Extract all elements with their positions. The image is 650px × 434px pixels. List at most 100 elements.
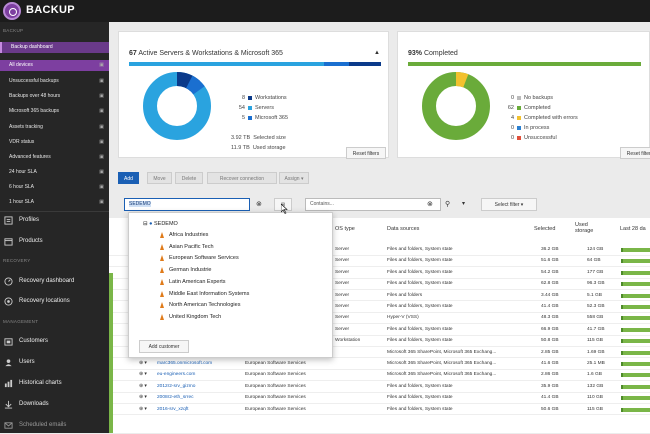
row-expand-icon[interactable]: ⊕ ▾ (139, 370, 147, 380)
table-row[interactable]: ⊕ ▾ 2008r2-eth_srrec European Software Ser… (109, 393, 650, 404)
used-storage: 52.3 GB (587, 304, 605, 309)
used-storage: 115 GB (587, 406, 603, 412)
col-os-type[interactable]: OS type (335, 226, 355, 232)
reset-filters-button-right[interactable]: Reset filters (620, 147, 650, 159)
sidebar-item-backup-dashboard[interactable]: Backup dashboard (0, 42, 109, 53)
add-button[interactable]: Add (118, 172, 139, 184)
row-expand-icon[interactable]: ⊕ ▾ (139, 359, 147, 369)
tree-customer-label: Middle East Information Systems (169, 290, 250, 297)
sidebar-item-users[interactable]: Users (0, 353, 109, 371)
tree-customer-item[interactable]: North American Technologies (160, 300, 240, 311)
selected-size: 48.3 GB (541, 315, 559, 321)
products-icon (4, 238, 13, 246)
delete-button[interactable]: Delete (175, 172, 203, 184)
sidebar-item-1-hour-sla[interactable]: 1 hour SLA ▣ (0, 197, 109, 208)
reset-filters-button[interactable]: Reset filters (346, 147, 386, 159)
sidebar-item-scheduled-emails[interactable]: Scheduled emails (0, 416, 109, 434)
table-row[interactable]: ⊕ ▾ 2016-srv_xzqft European Software Servi… (109, 405, 650, 416)
select-filter-button[interactable]: Select filter ▾ (481, 198, 537, 211)
tree-customer-item[interactable]: German Industrie (160, 265, 212, 276)
lock-icon: ▣ (99, 139, 104, 145)
legend-servers[interactable]: 54 Servers (231, 104, 274, 113)
selected-size: 41.4 GB (541, 304, 559, 309)
customer-search-input[interactable]: SEDEMO (124, 198, 250, 211)
col-selected[interactable]: Selected (534, 226, 555, 232)
sidebar-item-downloads[interactable]: Downloads (0, 395, 109, 413)
history-bar (623, 316, 650, 321)
os-type: Server (335, 247, 350, 252)
selected-size: 62.8 GB (541, 281, 559, 287)
used-storage: 110 GB (587, 395, 603, 401)
completed-title: 93% Completed (408, 50, 458, 57)
sidebar-item-advanced-features[interactable]: Advanced features ▣ (0, 152, 109, 163)
table-row[interactable]: ⊕ ▾ marc365.onmicrosoft.com European Softw… (109, 359, 650, 370)
cursor-icon (281, 204, 288, 214)
tree-customer-item[interactable]: Asian Pacific Tech (160, 242, 214, 253)
row-expand-icon[interactable]: ⊕ ▾ (139, 393, 147, 403)
selected-size: 50.6 GB (541, 406, 559, 412)
used-storage: 558 GB (587, 315, 604, 321)
sidebar-item-profiles[interactable]: Profiles (0, 211, 109, 229)
row-expand-icon[interactable]: ⊕ ▾ (139, 405, 147, 415)
data-sources: Files and folders, System state (387, 326, 453, 332)
os-type: Workstation (335, 338, 361, 344)
device-name: marc365.onmicrosoft.com (157, 361, 213, 366)
sidebar-item-unsuccessful-backups[interactable]: Unsuccessful backups ▣ (0, 76, 109, 87)
lock-icon: ▣ (99, 62, 104, 68)
lock-icon: ▣ (99, 184, 104, 190)
legend-workstations[interactable]: 8 Workstations (231, 94, 287, 103)
col-used-storage[interactable]: Used storage (575, 222, 605, 234)
sidebar: BACKUP Backup dashboard All devices ▣ Uns… (0, 22, 109, 433)
collapse-icon[interactable]: ⊟ (143, 221, 148, 227)
tree-customer-item[interactable]: Middle East Information Systems (160, 289, 250, 300)
sidebar-item-label: Profiles (19, 217, 40, 223)
sidebar-item-customers[interactable]: Customers (0, 332, 109, 350)
row-expand-icon[interactable]: ⊕ ▾ (139, 382, 147, 392)
sidebar-section-backup: BACKUP (3, 28, 24, 33)
legend-microsoft-365[interactable]: 5 Microsoft 365 (231, 114, 288, 123)
select-filter-chevron-icon: ▾ (520, 202, 524, 208)
col-last-28-days[interactable]: Last 28 da (620, 226, 646, 232)
used-storage: 11.9 TB Used storage (231, 145, 286, 151)
chevron-down-icon[interactable]: ▾ (462, 200, 465, 207)
sidebar-item-historical-charts[interactable]: Historical charts (0, 374, 109, 392)
table-row[interactable]: ⊕ ▾ 2012r2-srv_gizmo European Software Ser… (109, 382, 650, 393)
move-button[interactable]: Move (147, 172, 172, 184)
assign-button[interactable]: Assign ▾ (279, 172, 309, 184)
recover-connection-button[interactable]: Recover connection (207, 172, 277, 184)
legend-in-process[interactable]: 0 In process (500, 124, 549, 133)
tree-root[interactable]: ⊟ ● SEDEMO (143, 221, 178, 227)
sidebar-item-backups-over-48[interactable]: Backups over 48 hours ▣ (0, 91, 109, 102)
sidebar-item-assets-tracking[interactable]: Assets tracking ▣ (0, 122, 109, 133)
sidebar-item-vdr-status[interactable]: VDR status ▣ (0, 137, 109, 148)
sidebar-item-all-devices[interactable]: All devices ▣ (0, 60, 109, 71)
tree-customer-item[interactable]: Africa Industries (160, 230, 208, 241)
scheduled-emails-icon (4, 422, 13, 429)
table-row[interactable]: ⊕ ▾ eu-engineers.com European Software Ser… (109, 370, 650, 382)
search-icon[interactable]: ⚲ (445, 200, 450, 208)
sidebar-item-microsoft-365-backups[interactable]: Microsoft 365 backups ▣ (0, 106, 109, 117)
recovery-locations-icon (4, 297, 13, 306)
sidebar-item-recovery-dashboard[interactable]: Recovery dashboard (0, 272, 109, 290)
legend-completed[interactable]: 62 Completed (500, 104, 551, 113)
add-customer-button[interactable]: Add customer (139, 340, 189, 353)
contains-filter-input[interactable]: Contains... (305, 198, 441, 211)
sidebar-item-label: Customers (19, 338, 49, 344)
main-content: 67 Active Servers & Workstations & Micro… (109, 22, 650, 433)
col-data-sources[interactable]: Data sources (387, 226, 419, 232)
collapse-arrow-icon[interactable]: ▲ (374, 50, 380, 56)
clear-icon[interactable]: ⊗ (256, 200, 262, 208)
sidebar-item-label: Microsoft 365 backups (9, 108, 60, 114)
legend-completed-with-errors[interactable]: 4 Completed with errors (500, 114, 578, 123)
sidebar-item-6-hour-sla[interactable]: 6 hour SLA ▣ (0, 182, 109, 193)
data-sources: Files and folders, System state (387, 281, 453, 287)
legend-no-backups[interactable]: 0 No backups (500, 94, 553, 103)
sidebar-item-recovery-locations[interactable]: Recovery locations (0, 292, 109, 310)
tree-customer-item[interactable]: United Kingdom Tech (160, 312, 221, 323)
tree-customer-item[interactable]: Latin American Experts (160, 277, 226, 288)
tree-customer-item[interactable]: European Software Services (160, 253, 239, 264)
clear-filter-icon[interactable]: ⊗ (427, 200, 433, 208)
sidebar-item-products[interactable]: Products (0, 232, 109, 250)
legend-unsuccessful[interactable]: 0 Unsuccessful (500, 134, 557, 143)
sidebar-item-24-hour-sla[interactable]: 24 hour SLA ▣ (0, 167, 109, 178)
